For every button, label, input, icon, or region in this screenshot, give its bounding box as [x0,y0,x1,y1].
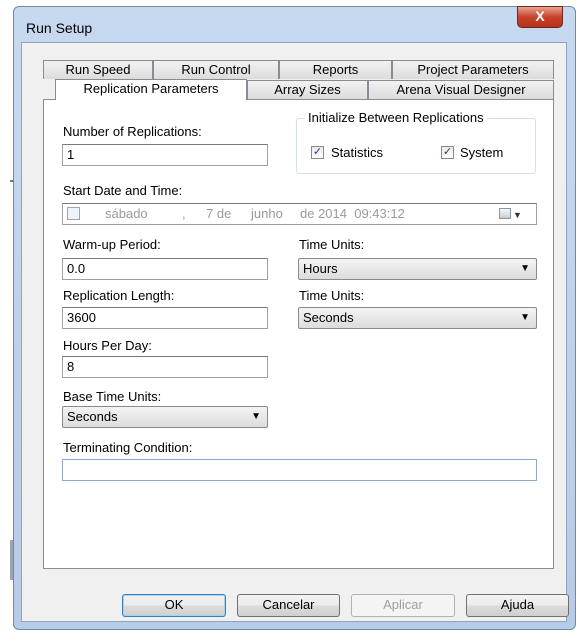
help-button[interactable]: Ajuda [466,594,569,617]
warmup-field[interactable]: 0.0 [62,258,268,280]
tab-array-sizes[interactable]: Array Sizes [247,80,368,99]
initialize-group-label: Initialize Between Replications [305,110,487,125]
warmup-time-units-select[interactable]: Hours ▼ [298,258,537,280]
time-units-label-1: Time Units: [299,237,365,252]
start-date-year-time: de 2014 09:43:12 [300,206,405,221]
apply-button[interactable]: Aplicar [351,594,455,617]
terminating-condition-field[interactable] [62,459,537,481]
cancel-button[interactable]: Cancelar [237,594,340,617]
chevron-down-icon: ▼ [520,263,530,274]
start-date-day: 7 de [206,206,232,221]
dialog-title: Run Setup [26,20,93,36]
base-time-units-select[interactable]: Seconds ▼ [62,406,268,428]
tab-run-speed[interactable]: Run Speed [43,60,153,79]
ok-button[interactable]: OK [122,594,226,617]
chevron-down-icon: ▼ [251,411,261,422]
close-button[interactable]: X [517,6,563,28]
num-replications-field[interactable]: 1 [62,144,268,166]
start-date-separator: , [182,206,186,221]
tab-run-control[interactable]: Run Control [153,60,279,79]
statistics-checkbox[interactable]: ✓ [311,146,324,159]
terminating-label: Terminating Condition: [63,440,193,455]
tab-project-parameters[interactable]: Project Parameters [392,60,554,79]
time-units-label-2: Time Units: [299,288,365,303]
hours-per-day-label: Hours Per Day: [63,338,152,353]
tab-arena-visual-designer[interactable]: Arena Visual Designer [368,80,554,99]
warmup-label: Warm-up Period: [63,237,161,252]
tab-reports[interactable]: Reports [279,60,392,79]
rep-length-label: Replication Length: [63,288,175,303]
system-label: System [460,145,504,160]
rep-length-time-units-select[interactable]: Seconds ▼ [298,307,537,329]
statistics-label: Statistics [331,145,384,160]
base-time-units-label: Base Time Units: [63,389,162,404]
chevron-down-icon: ▼ [520,312,530,323]
start-date-label: Start Date and Time: [63,183,183,198]
chevron-down-icon[interactable]: ▼ [513,207,522,223]
start-date-month: junho [251,206,283,221]
hours-per-day-field[interactable]: 8 [62,356,268,378]
calendar-icon[interactable] [499,208,511,219]
tab-replication-parameters[interactable]: Replication Parameters [55,79,247,100]
system-checkbox[interactable]: ✓ [441,146,454,159]
warmup-time-units-value: Hours [303,261,338,276]
num-replications-label: Number of Replications: [63,124,202,139]
start-date-checkbox[interactable] [67,207,80,220]
start-date-picker[interactable]: sábado , 7 de junho de 2014 09:43:12 ▼ [62,203,537,225]
rep-length-time-units-value: Seconds [303,310,354,325]
base-time-units-value: Seconds [67,409,118,424]
rep-length-field[interactable]: 3600 [62,307,268,329]
start-date-weekday: sábado [105,206,148,221]
